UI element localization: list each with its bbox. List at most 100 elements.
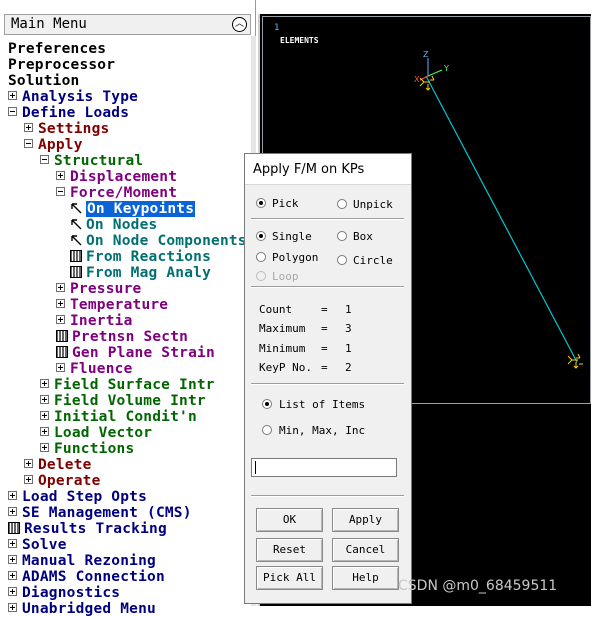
menu-item-functions[interactable]: Functions bbox=[40, 441, 134, 457]
expand-icon[interactable] bbox=[40, 427, 49, 436]
menu-item-label: ADAMS Connection bbox=[22, 569, 165, 585]
single-radio[interactable] bbox=[256, 231, 266, 241]
menu-item-operate[interactable]: Operate bbox=[24, 473, 101, 489]
expand-icon[interactable] bbox=[56, 283, 65, 292]
expand-icon[interactable] bbox=[56, 363, 65, 372]
calculator-icon bbox=[70, 266, 82, 278]
menu-item-force-moment[interactable]: Force/Moment bbox=[56, 185, 177, 201]
expand-icon[interactable] bbox=[8, 587, 17, 596]
ok-button[interactable]: OK bbox=[256, 508, 323, 532]
menu-item-load-step-opts[interactable]: Load Step Opts bbox=[8, 489, 147, 505]
menu-item-from-mag-analy[interactable]: From Mag Analy bbox=[70, 265, 211, 281]
list-of-items-radio[interactable] bbox=[262, 399, 272, 409]
menu-item-field-volume-intr[interactable]: Field Volume Intr bbox=[40, 393, 206, 409]
loop-label: Loop bbox=[272, 270, 299, 283]
expand-icon[interactable] bbox=[8, 603, 17, 612]
axis-z-label: Z bbox=[423, 50, 429, 59]
menu-item-preprocessor[interactable]: Preprocessor bbox=[8, 57, 115, 73]
menu-item-on-nodes[interactable]: On Nodes bbox=[70, 217, 157, 233]
unpick-radio[interactable] bbox=[337, 199, 347, 209]
menu-item-results-tracking[interactable]: Results Tracking bbox=[8, 521, 167, 537]
menu-item-displacement[interactable]: Displacement bbox=[56, 169, 177, 185]
menu-item-label: Define Loads bbox=[22, 105, 130, 121]
menu-item-initial-condit-n[interactable]: Initial Condit'n bbox=[40, 409, 197, 425]
maximum-value: 3 bbox=[345, 322, 352, 335]
menu-item-solution[interactable]: Solution bbox=[8, 73, 79, 89]
menu-item-settings[interactable]: Settings bbox=[24, 121, 109, 137]
circle-radio[interactable] bbox=[337, 255, 347, 265]
menu-item-diagnostics[interactable]: Diagnostics bbox=[8, 585, 120, 601]
menu-item-solve[interactable]: Solve bbox=[8, 537, 67, 553]
menu-item-label: Field Volume Intr bbox=[54, 393, 206, 409]
apply-button[interactable]: Apply bbox=[332, 508, 399, 532]
expand-icon[interactable] bbox=[8, 491, 17, 500]
min-max-inc-radio[interactable] bbox=[262, 425, 272, 435]
expand-icon[interactable] bbox=[8, 539, 17, 548]
collapse-tree-icon[interactable] bbox=[24, 139, 33, 148]
polygon-radio[interactable] bbox=[256, 252, 266, 262]
menu-item-inertia[interactable]: Inertia bbox=[56, 313, 133, 329]
collapse-tree-icon[interactable] bbox=[56, 187, 65, 196]
help-button[interactable]: Help bbox=[332, 566, 399, 590]
menu-item-field-surface-intr[interactable]: Field Surface Intr bbox=[40, 377, 215, 393]
menu-item-gen-plane-strain[interactable]: Gen Plane Strain bbox=[56, 345, 215, 361]
menu-item-se-management[interactable]: SE Management (CMS) bbox=[8, 505, 192, 521]
expand-icon[interactable] bbox=[56, 299, 65, 308]
minimum-eq: = bbox=[321, 342, 328, 355]
menu-item-adams-connection[interactable]: ADAMS Connection bbox=[8, 569, 165, 585]
menu-item-label: Delete bbox=[38, 457, 92, 473]
collapse-tree-icon[interactable] bbox=[40, 155, 49, 164]
menu-item-label: Force/Moment bbox=[70, 185, 178, 201]
menu-item-delete[interactable]: Delete bbox=[24, 457, 92, 473]
pick-all-button[interactable]: Pick All bbox=[256, 566, 323, 590]
loop-radio bbox=[256, 271, 266, 281]
menu-item-pressure[interactable]: Pressure bbox=[56, 281, 141, 297]
menu-item-label: On Node Components bbox=[86, 233, 247, 249]
menu-item-label: Diagnostics bbox=[22, 585, 121, 601]
menu-item-label: Pressure bbox=[70, 281, 142, 297]
expand-icon[interactable] bbox=[40, 443, 49, 452]
expand-icon[interactable] bbox=[24, 475, 33, 484]
expand-icon[interactable] bbox=[56, 315, 65, 324]
menu-item-apply[interactable]: Apply bbox=[24, 137, 83, 153]
expand-icon[interactable] bbox=[40, 411, 49, 420]
expand-icon[interactable] bbox=[8, 571, 17, 580]
watermark: CSDN @m0_68459511 bbox=[398, 578, 558, 594]
reset-button[interactable]: Reset bbox=[256, 538, 323, 562]
calculator-icon bbox=[56, 346, 68, 358]
menu-item-unabridged-menu[interactable]: Unabridged Menu bbox=[8, 601, 156, 617]
collapse-tree-icon[interactable] bbox=[8, 107, 17, 116]
expand-icon[interactable] bbox=[8, 555, 17, 564]
expand-icon[interactable] bbox=[24, 123, 33, 132]
menu-item-temperature[interactable]: Temperature bbox=[56, 297, 168, 313]
expand-icon[interactable] bbox=[40, 395, 49, 404]
menu-item-structural[interactable]: Structural bbox=[40, 153, 143, 169]
menu-item-preferences[interactable]: Preferences bbox=[8, 41, 106, 57]
expand-icon[interactable] bbox=[56, 171, 65, 180]
menu-item-analysis-type[interactable]: Analysis Type bbox=[8, 89, 138, 105]
collapse-icon[interactable]: ︿ bbox=[232, 17, 247, 32]
menu-item-from-reactions[interactable]: From Reactions bbox=[70, 249, 211, 265]
pick-radio[interactable] bbox=[256, 198, 266, 208]
constraint-marker-bottom bbox=[567, 353, 583, 369]
menu-item-pretnsn-sectn[interactable]: Pretnsn Sectn bbox=[56, 329, 188, 345]
menu-item-fluence[interactable]: Fluence bbox=[56, 361, 133, 377]
box-radio[interactable] bbox=[337, 231, 347, 241]
calculator-icon bbox=[70, 250, 82, 262]
menu-item-define-loads[interactable]: Define Loads bbox=[8, 105, 129, 121]
expand-icon[interactable] bbox=[40, 379, 49, 388]
separator bbox=[251, 495, 404, 497]
menu-item-load-vector[interactable]: Load Vector bbox=[40, 425, 152, 441]
expand-icon[interactable] bbox=[24, 459, 33, 468]
menu-item-label: From Reactions bbox=[86, 249, 212, 265]
menu-item-manual-rezoning[interactable]: Manual Rezoning bbox=[8, 553, 156, 569]
cancel-button[interactable]: Cancel bbox=[332, 538, 399, 562]
menu-item-label: Structural bbox=[54, 153, 144, 169]
minimum-label: Minimum bbox=[259, 342, 306, 355]
menu-item-label: Initial Condit'n bbox=[54, 409, 197, 425]
expand-icon[interactable] bbox=[8, 507, 17, 516]
menu-item-on-keypoints[interactable]: On Keypoints bbox=[70, 201, 196, 217]
item-entry-field[interactable] bbox=[251, 458, 397, 477]
expand-icon[interactable] bbox=[8, 91, 17, 100]
menu-item-on-node-components[interactable]: On Node Components bbox=[70, 233, 247, 249]
